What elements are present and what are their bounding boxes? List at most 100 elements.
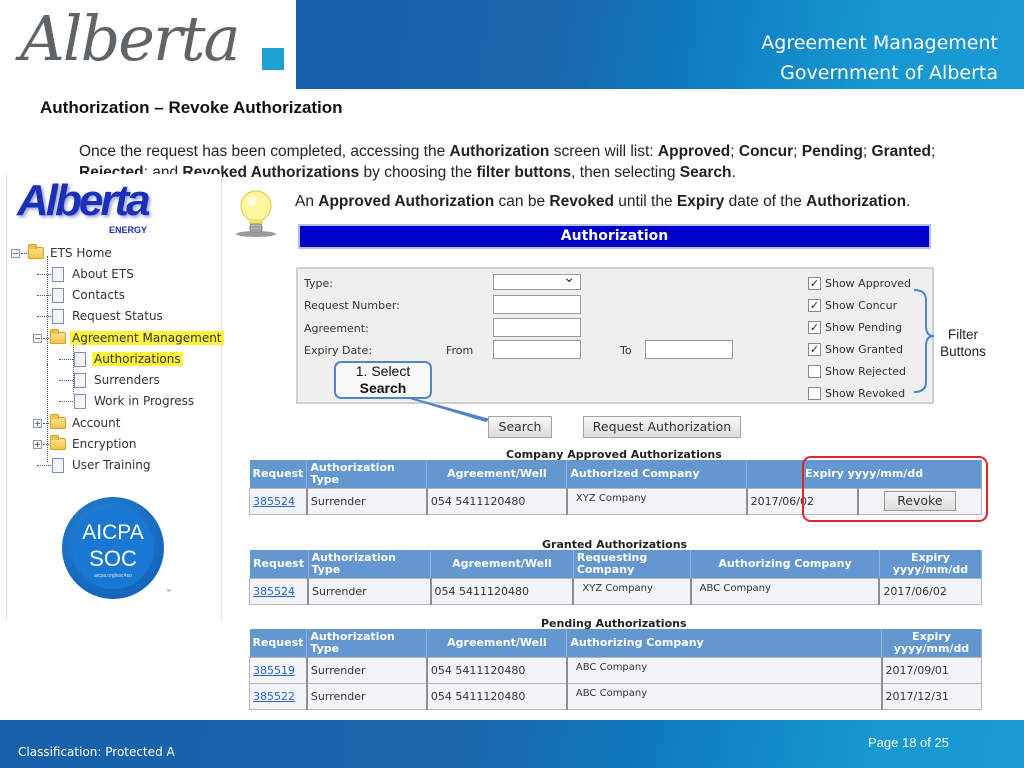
slide-title: Authorization – Revoke Authorization <box>40 98 343 117</box>
tree-connector <box>59 379 73 381</box>
filter-label: Show Approved <box>825 277 911 290</box>
soc-badge-line2: SOC <box>89 546 137 571</box>
checkbox-checked-icon[interactable]: ✓ <box>808 343 821 356</box>
cell-company: ABC Company <box>565 656 882 684</box>
filter-label: Show Pending <box>825 321 903 334</box>
nav-tree-item[interactable]: Surrenders <box>59 371 162 389</box>
nav-tree-item[interactable]: + Encryption <box>33 435 138 453</box>
collapse-icon[interactable]: − <box>33 333 42 343</box>
table-row: 385524 Surrender 054 5411120480 XYZ Company… <box>249 577 983 605</box>
expiry-to-input[interactable] <box>645 340 733 359</box>
expand-icon[interactable]: + <box>33 418 42 428</box>
checkbox-checked-icon[interactable]: ✓ <box>808 321 821 334</box>
agreement-input[interactable] <box>493 318 581 337</box>
alberta-logo-square-icon <box>262 48 284 70</box>
nav-tree-item-label: Contacts <box>72 288 125 302</box>
filter-checkbox-row[interactable]: ✓ Show Granted <box>808 343 903 356</box>
column-header: Requesting Company <box>573 550 692 578</box>
request-authorization-button[interactable]: Request Authorization <box>583 416 741 438</box>
header-line-2: Government of Alberta <box>780 62 998 84</box>
cell-request: 385524 <box>249 577 309 605</box>
alberta-logo: Alberta <box>0 0 296 89</box>
intro-segment: ; <box>862 143 872 160</box>
type-value: Surrender <box>312 584 367 598</box>
intro-segment: ; <box>793 143 802 160</box>
header-line-1: Agreement Management <box>761 32 998 54</box>
nav-tree-item[interactable]: User Training <box>37 456 153 474</box>
column-header: Authorization Type <box>306 629 428 657</box>
tip-segment: Approved Authorization <box>318 193 495 210</box>
document-icon <box>74 393 86 409</box>
cell-agreement: 054 5411120480 <box>429 577 574 605</box>
checkbox-unchecked-icon[interactable] <box>808 365 821 378</box>
search-button[interactable]: Search <box>488 416 552 438</box>
expiry-date-label: Expiry Date: <box>304 344 373 357</box>
filter-checkbox-row[interactable]: ✓ Show Concur <box>808 299 897 312</box>
expand-icon[interactable]: + <box>33 439 42 449</box>
intro-segment: ; <box>930 143 936 160</box>
request-link[interactable]: 385522 <box>253 690 295 703</box>
nav-tree-item[interactable]: + Account <box>33 414 122 432</box>
aicpa-soc-badge: AICPA SOC aicpa.org/soc4so ™ <box>62 497 171 599</box>
nav-tree-item[interactable]: Request Status <box>37 307 165 325</box>
requesting-value: XYZ Company <box>582 582 653 594</box>
cell-request: 385524 <box>248 487 308 515</box>
intro-segment: ; <box>730 143 739 160</box>
nav-tree-item-label: Surrenders <box>94 373 160 387</box>
collapse-icon[interactable]: − <box>11 248 20 258</box>
request-link[interactable]: 385524 <box>253 585 295 598</box>
callout-step: 1. Select <box>355 363 411 379</box>
nav-tree-item[interactable]: Contacts <box>37 286 127 304</box>
intro-segment: Approved <box>657 143 731 160</box>
nav-tree-item[interactable]: About ETS <box>37 265 136 283</box>
nav-tree-item-label: Agreement Management <box>70 331 224 345</box>
nav-tree-item[interactable]: Authorizations <box>59 350 183 368</box>
page-number: Page 18 of 25 <box>868 735 949 750</box>
request-link[interactable]: 385519 <box>253 664 295 677</box>
expiry-from-input[interactable] <box>493 340 581 359</box>
nav-tree-item-label: Request Status <box>72 309 163 323</box>
nav-tree-item-label: Encryption <box>72 437 137 451</box>
intro-segment: . <box>731 164 736 181</box>
nav-tree-item[interactable]: − Agreement Management <box>33 329 224 347</box>
request-link[interactable]: 385524 <box>253 495 295 508</box>
checkbox-checked-icon[interactable]: ✓ <box>808 277 821 290</box>
company-value: XYZ Company <box>575 492 647 504</box>
checkbox-checked-icon[interactable]: ✓ <box>808 299 821 312</box>
nav-tree-item-label: Account <box>72 416 121 430</box>
cell-agreement: 054 5411120480 <box>425 487 568 515</box>
checkbox-unchecked-icon[interactable] <box>808 387 821 400</box>
footer-band: Classification: Protected A Page 18 of 2… <box>0 720 1024 768</box>
cell-type: Surrender <box>305 682 428 710</box>
tree-connector <box>37 294 51 296</box>
tip-segment: can be <box>494 193 550 210</box>
alberta-energy-wordmark: Alberta <box>17 176 151 225</box>
filter-checkbox-row[interactable]: ✓ Show Approved <box>808 277 911 290</box>
filter-checkbox-row[interactable]: Show Rejected <box>808 365 906 378</box>
pending-authorizations-table: Request Authorization Type Agreement/Well A… <box>248 629 982 710</box>
nav-tree-item[interactable]: − ETS Home <box>11 244 114 262</box>
expiry-value: 2017/12/31 <box>885 689 949 703</box>
request-number-input[interactable] <box>493 295 581 314</box>
cell-type: Surrender <box>305 656 428 684</box>
document-icon <box>52 457 64 473</box>
column-header: Expiry yyyy/mm/dd <box>879 550 983 578</box>
agreement-value: 054 5411120480 <box>430 689 526 703</box>
filter-checkbox-row[interactable]: Show Revoked <box>808 387 905 400</box>
tip-segment: until the <box>614 193 677 210</box>
nav-tree-item[interactable]: Work in Progress <box>59 392 196 410</box>
cell-request: 385522 <box>248 682 308 710</box>
cell-expiry: 2017/12/31 <box>880 682 982 710</box>
agreement-value: 054 5411120480 <box>430 494 526 508</box>
filter-checkbox-row[interactable]: ✓ Show Pending <box>808 321 902 334</box>
lightbulb-icon <box>236 190 276 237</box>
document-icon <box>52 266 64 282</box>
folder-icon <box>50 329 66 344</box>
nav-tree-item-label: ETS Home <box>50 246 112 260</box>
granted-authorizations-table: Request Authorization Type Agreement/Well R… <box>249 550 983 605</box>
agreement-value: 054 5411120480 <box>434 584 529 598</box>
type-select[interactable] <box>493 270 581 290</box>
alberta-energy-logo: Alberta ENERGY <box>17 176 151 238</box>
type-value: Surrender <box>310 663 366 677</box>
soc-badge-line1: AICPA <box>82 521 144 544</box>
